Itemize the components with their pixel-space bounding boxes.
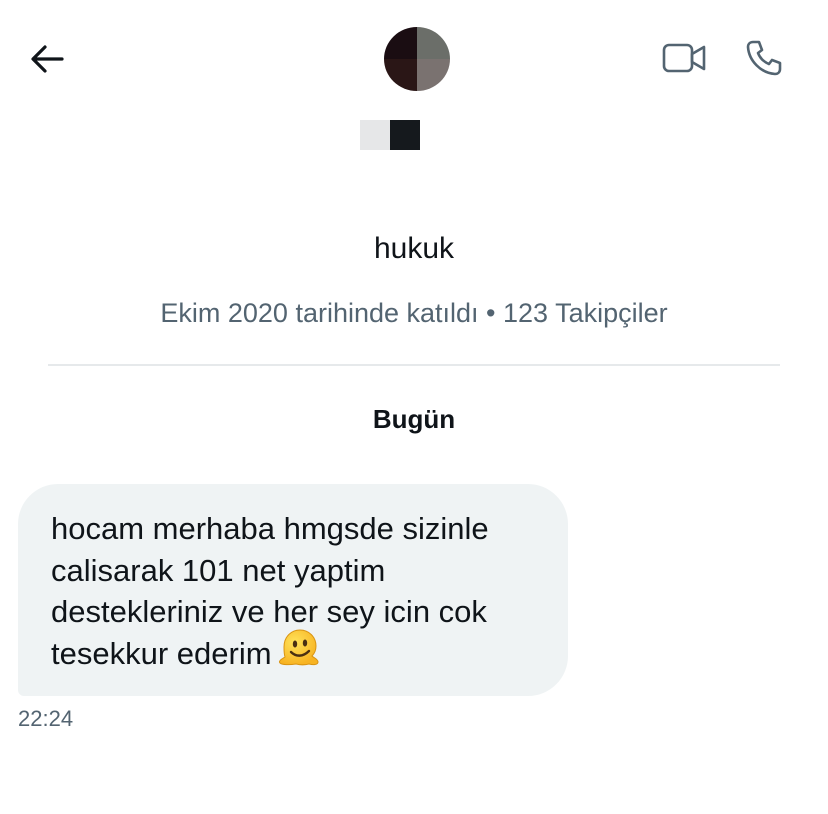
profile-meta: Ekim 2020 tarihinde katıldı • 123 Takipç…: [160, 298, 668, 328]
voice-call-button[interactable]: [740, 36, 788, 84]
redacted-display-name: [354, 120, 424, 152]
back-button[interactable]: [24, 38, 70, 84]
divider: [48, 364, 780, 366]
conversation-header: [0, 0, 828, 152]
melting-face-icon: [276, 627, 320, 678]
day-separator: Bugün: [372, 404, 456, 434]
message-text: hocam merhaba hmgsde sizinle calisarak 1…: [51, 508, 548, 678]
avatar[interactable]: [384, 27, 450, 91]
video-camera-icon: [661, 40, 707, 81]
video-call-button[interactable]: [660, 40, 708, 80]
message-body: hocam merhaba hmgsde sizinle calisarak 1…: [51, 511, 489, 671]
message-bubble[interactable]: hocam merhaba hmgsde sizinle calisarak 1…: [18, 484, 568, 696]
arrow-left-icon: [29, 41, 65, 82]
profile-handle[interactable]: hukuk: [0, 232, 828, 266]
phone-icon: [744, 38, 784, 83]
message-timestamp: 22:24: [18, 706, 74, 731]
